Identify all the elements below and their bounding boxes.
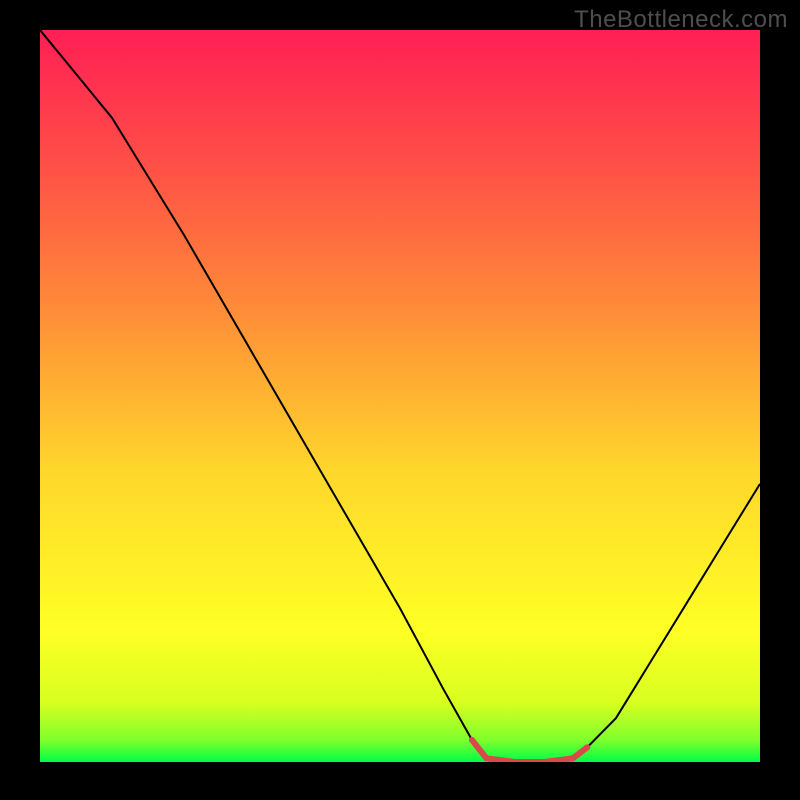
plot-svg: [40, 30, 760, 762]
watermark-text: TheBottleneck.com: [574, 6, 788, 34]
plot-area: [40, 30, 760, 762]
chart-frame: TheBottleneck.com: [0, 0, 800, 800]
gradient-background: [40, 30, 760, 762]
